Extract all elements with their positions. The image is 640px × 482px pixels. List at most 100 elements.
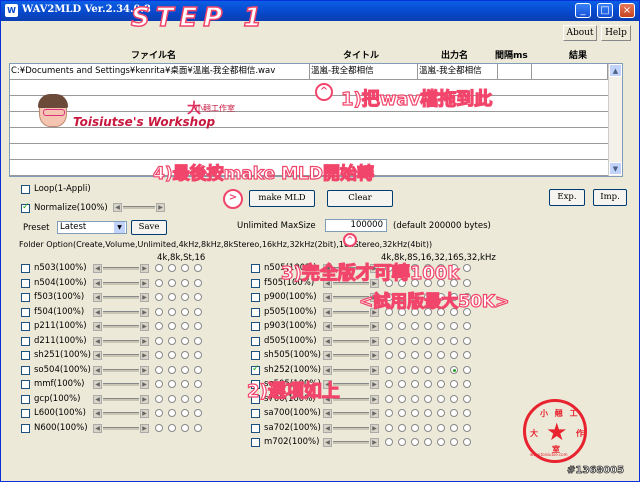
slider-right-icon[interactable]: ▶ xyxy=(140,264,149,273)
format-checkbox[interactable] xyxy=(251,293,260,302)
preset-select[interactable]: Latest ▼ xyxy=(57,221,127,234)
rate-radio[interactable] xyxy=(437,322,445,330)
volume-slider[interactable]: ◀ ▶ xyxy=(323,438,379,447)
rate-radio[interactable] xyxy=(194,409,202,417)
loop-checkbox[interactable] xyxy=(21,185,30,194)
slider-left-icon[interactable]: ◀ xyxy=(323,351,332,360)
rate-radio[interactable] xyxy=(385,423,393,432)
vertical-scrollbar[interactable]: ▲ ▼ xyxy=(608,64,622,176)
rate-radio[interactable] xyxy=(181,278,189,287)
rate-radio[interactable] xyxy=(411,438,419,446)
slider-left-icon[interactable]: ◀ xyxy=(93,351,102,360)
normalize-checkbox[interactable] xyxy=(21,202,30,213)
rate-radio[interactable] xyxy=(168,365,176,374)
rate-radio[interactable] xyxy=(463,394,471,403)
slider-left-icon[interactable]: ◀ xyxy=(323,307,332,317)
rate-radio[interactable] xyxy=(155,423,163,432)
rate-radio[interactable] xyxy=(385,365,393,374)
format-checkbox[interactable] xyxy=(251,264,260,273)
volume-slider[interactable]: ◀ ▶ xyxy=(93,322,149,331)
rate-radio[interactable] xyxy=(450,394,458,403)
import-button[interactable]: Imp. xyxy=(593,189,627,206)
slider-right-icon[interactable]: ▶ xyxy=(140,423,149,433)
rate-radio[interactable] xyxy=(194,264,202,272)
rate-radio[interactable] xyxy=(181,293,189,301)
volume-slider[interactable]: ◀ ▶ xyxy=(93,307,149,317)
cell-path[interactable]: C:¥Documents and Settings¥kenrita¥桌面¥溫嵐-… xyxy=(10,64,310,79)
rate-radio[interactable] xyxy=(398,351,406,359)
volume-slider[interactable]: ◀ ▶ xyxy=(93,409,149,418)
rate-radio[interactable] xyxy=(437,365,445,374)
rate-radio[interactable] xyxy=(463,264,471,272)
rate-radio[interactable] xyxy=(463,423,471,432)
rate-radio[interactable] xyxy=(411,322,419,330)
clear-button[interactable]: Clear xyxy=(327,190,393,207)
format-checkbox[interactable] xyxy=(251,409,260,418)
slider-right-icon[interactable]: ▶ xyxy=(370,336,379,346)
rate-radio[interactable] xyxy=(424,394,432,403)
rate-radio[interactable] xyxy=(155,264,163,272)
rate-radio[interactable] xyxy=(463,438,471,446)
rate-radio[interactable] xyxy=(450,351,458,359)
format-checkbox[interactable] xyxy=(21,394,30,404)
rate-radio[interactable] xyxy=(194,322,202,330)
volume-slider[interactable]: ◀ ▶ xyxy=(323,409,379,418)
rate-radio[interactable] xyxy=(437,351,445,359)
slider-left-icon[interactable]: ◀ xyxy=(323,322,332,331)
rate-radio[interactable] xyxy=(194,278,202,287)
rate-radio[interactable] xyxy=(398,322,406,330)
rate-radio[interactable] xyxy=(155,278,163,287)
format-checkbox[interactable] xyxy=(21,365,30,375)
rate-radio[interactable] xyxy=(194,423,202,432)
rate-radio[interactable] xyxy=(168,380,176,388)
slider-right-icon[interactable]: ▶ xyxy=(140,409,149,418)
chevron-down-icon[interactable]: ▼ xyxy=(114,222,125,233)
rate-radio[interactable] xyxy=(155,409,163,417)
rate-radio[interactable] xyxy=(181,380,189,388)
rate-radio[interactable] xyxy=(450,322,458,330)
rate-radio[interactable] xyxy=(398,365,406,374)
rate-radio[interactable] xyxy=(450,438,458,446)
format-checkbox[interactable] xyxy=(21,351,30,360)
rate-radio[interactable] xyxy=(194,351,202,359)
format-checkbox[interactable] xyxy=(21,278,30,288)
rate-radio[interactable] xyxy=(424,438,432,446)
rate-radio[interactable] xyxy=(155,394,163,403)
scroll-up-icon[interactable]: ▲ xyxy=(609,64,622,77)
slider-left-icon[interactable]: ◀ xyxy=(93,293,102,302)
rate-radio[interactable] xyxy=(385,322,393,330)
rate-radio[interactable] xyxy=(411,351,419,359)
slider-left-icon[interactable]: ◀ xyxy=(93,394,102,404)
rate-radio[interactable] xyxy=(411,423,419,432)
rate-radio[interactable] xyxy=(181,336,189,345)
cell-output[interactable]: 溫嵐-我全都相信 xyxy=(418,64,498,79)
about-button[interactable]: About xyxy=(563,25,597,41)
rate-radio[interactable] xyxy=(385,336,393,345)
slider-right-icon[interactable]: ▶ xyxy=(370,365,379,375)
slider-left-icon[interactable]: ◀ xyxy=(93,365,102,375)
slider-left-icon[interactable]: ◀ xyxy=(323,438,332,447)
slider-left-icon[interactable]: ◀ xyxy=(93,278,102,288)
slider-right-icon[interactable]: ▶ xyxy=(140,322,149,331)
rate-radio[interactable] xyxy=(168,409,176,417)
slider-left-icon[interactable]: ◀ xyxy=(323,293,332,302)
rate-radio[interactable] xyxy=(450,409,458,417)
rate-radio[interactable] xyxy=(385,409,393,417)
rate-radio[interactable] xyxy=(437,380,445,388)
slider-right-icon[interactable]: ▶ xyxy=(140,293,149,302)
rate-radio[interactable] xyxy=(194,307,202,316)
rate-radio[interactable] xyxy=(424,351,432,359)
maximize-button[interactable]: □ xyxy=(597,3,613,18)
rate-radio[interactable] xyxy=(450,365,458,374)
rate-radio[interactable] xyxy=(181,322,189,330)
format-checkbox[interactable] xyxy=(21,293,30,302)
slider-left-icon[interactable]: ◀ xyxy=(323,365,332,375)
volume-slider[interactable]: ◀ ▶ xyxy=(323,336,379,346)
slider-right-icon[interactable]: ▶ xyxy=(140,336,149,346)
rate-radio[interactable] xyxy=(385,438,393,446)
rate-radio[interactable] xyxy=(168,307,176,316)
slider-left-icon[interactable]: ◀ xyxy=(93,264,102,273)
rate-radio[interactable] xyxy=(168,351,176,359)
rate-radio[interactable] xyxy=(411,336,419,345)
rate-radio[interactable] xyxy=(181,307,189,316)
